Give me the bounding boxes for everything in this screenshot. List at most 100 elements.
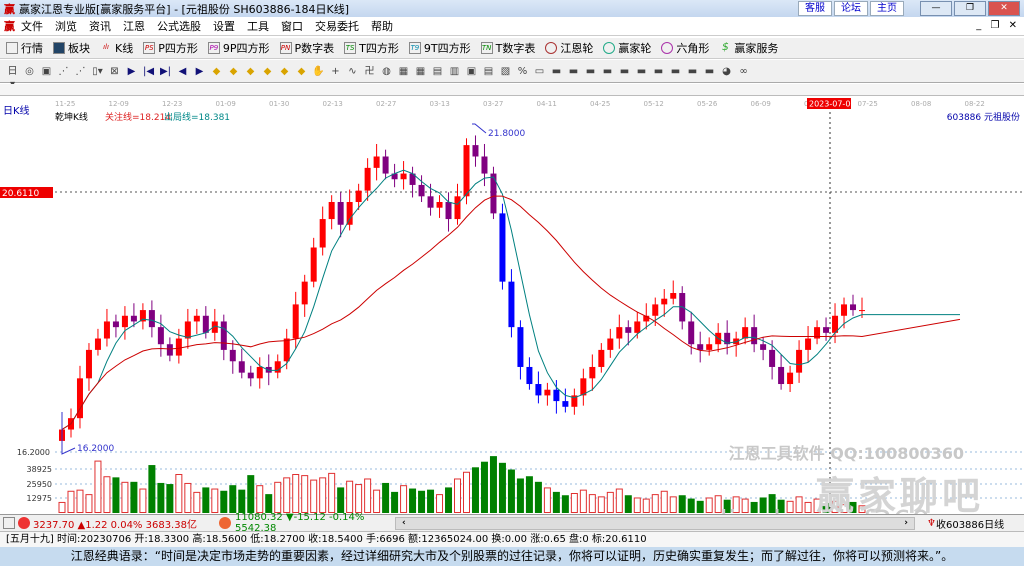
tool-kline[interactable]: ılı K线 [100, 40, 133, 56]
draw-tool-icon[interactable]: ▬ [686, 65, 699, 78]
mdi-controls[interactable]: _ ❐ ✕ [976, 20, 1020, 31]
draw-tool-icon[interactable]: ✋ [312, 65, 325, 78]
draw-tool-icon[interactable]: ▬ [584, 65, 597, 78]
draw-tool-icon[interactable]: ⋰ [74, 65, 87, 78]
tool-sector[interactable]: 板块 [53, 40, 90, 56]
draw-tool-icon[interactable]: ▶| [159, 65, 172, 78]
horizontal-scrollbar[interactable]: ‹ › [395, 516, 915, 530]
candle-body [544, 389, 551, 396]
draw-tool-icon[interactable]: ▬ [669, 65, 682, 78]
draw-tool-icon[interactable]: ▧ [499, 65, 512, 78]
calculator-icon[interactable] [3, 517, 15, 529]
draw-tool-icon[interactable]: ⊠ [108, 65, 121, 78]
menu-screener[interactable]: 公式选股 [157, 18, 201, 34]
draw-tool-icon[interactable]: 卍 [363, 65, 376, 78]
candle-body [607, 338, 614, 350]
draw-tool-icon[interactable]: ▭ [533, 65, 546, 78]
menu-gann[interactable]: 江恩 [123, 18, 145, 34]
draw-tool-icon[interactable]: % [516, 65, 529, 78]
stock-name: 603886 元祖股份 [947, 111, 1020, 123]
volume-bar [418, 490, 426, 513]
tool-p-table[interactable]: PN P数字表 [279, 40, 334, 56]
tool-service[interactable]: $ 赢家服务 [719, 40, 779, 56]
menu-file[interactable]: 文件 [21, 18, 43, 34]
minimize-button[interactable]: — [920, 1, 952, 16]
draw-tool-icon[interactable]: ▬ [703, 65, 716, 78]
link-home[interactable]: 主页 [870, 1, 904, 16]
close-button[interactable]: ✕ [988, 1, 1020, 16]
draw-tool-icon[interactable]: ▤ [431, 65, 444, 78]
draw-tool-icon[interactable]: ◎ [23, 65, 36, 78]
draw-tool-icon[interactable]: ◍ [380, 65, 393, 78]
link-forum[interactable]: 论坛 [834, 1, 868, 16]
candle-body [193, 315, 200, 322]
tool-t-square[interactable]: TS T四方形 [344, 40, 399, 56]
draw-tool-icon[interactable]: ▦ [397, 65, 410, 78]
draw-tool-icon[interactable]: ◆ [244, 65, 257, 78]
draw-tool-icon[interactable]: ◀ [176, 65, 189, 78]
app-menu-icon[interactable]: 赢 [4, 18, 15, 34]
tool-gann-wheel[interactable]: 江恩轮 [545, 40, 593, 56]
draw-tool-icon[interactable]: ▬ [567, 65, 580, 78]
draw-tool-icon[interactable]: ∞ [737, 65, 750, 78]
date-tick: 01-30 [269, 100, 289, 108]
draw-tool-icon[interactable]: ▦ [414, 65, 427, 78]
tool-winner-wheel[interactable]: 赢家轮 [603, 40, 651, 56]
tool-t-table[interactable]: TN T数字表 [480, 40, 535, 56]
draw-tool-icon[interactable]: |◀ [142, 65, 155, 78]
draw-tool-icon[interactable]: ▣ [40, 65, 53, 78]
draw-tool-icon[interactable]: ∿ [346, 65, 359, 78]
draw-tool-icon[interactable]: ◆ [295, 65, 308, 78]
menu-trade[interactable]: 交易委托 [315, 18, 359, 34]
candle-body [220, 321, 227, 350]
draw-tool-icon[interactable]: ▣ [465, 65, 478, 78]
volume-bar [507, 469, 515, 514]
draw-tool-icon[interactable]: ▬ [601, 65, 614, 78]
draw-tool-icon[interactable]: ◆ [278, 65, 291, 78]
draw-tool-icon[interactable]: ▬ [550, 65, 563, 78]
tool-p-square[interactable]: PS P四方形 [143, 40, 198, 56]
volume-bar [94, 460, 102, 513]
tool-hexagon[interactable]: 六角形 [661, 40, 709, 56]
volume-bar [58, 501, 66, 514]
draw-tool-icon[interactable]: + [329, 65, 342, 78]
draw-tool-icon[interactable]: ▬ [635, 65, 648, 78]
draw-tool-icon[interactable]: ▶ [125, 65, 138, 78]
draw-tool-icon[interactable]: ◕ [720, 65, 733, 78]
tool-9p-square[interactable]: P9 9P四方形 [207, 40, 270, 56]
draw-tool-icon[interactable]: ▬ [652, 65, 665, 78]
candle-body [283, 338, 290, 362]
candle-body [652, 304, 659, 316]
draw-tool-icon[interactable]: ◆ [261, 65, 274, 78]
draw-tool-icon[interactable]: ⋰ [57, 65, 70, 78]
draw-tool-icon[interactable]: ◆ [227, 65, 240, 78]
menu-settings[interactable]: 设置 [213, 18, 235, 34]
volume-bar [76, 489, 84, 513]
candle-body [661, 298, 668, 305]
wheel-icon [545, 42, 558, 54]
draw-tool-icon[interactable]: ▤ [482, 65, 495, 78]
menu-window[interactable]: 窗口 [281, 18, 303, 34]
draw-tool-icon[interactable]: ▥ [448, 65, 461, 78]
volume-bar [427, 489, 435, 513]
candle-body [562, 401, 569, 407]
menu-browse[interactable]: 浏览 [55, 18, 77, 34]
draw-tool-icon[interactable]: ▶ [193, 65, 206, 78]
volume-bar [346, 480, 354, 513]
link-service[interactable]: 客服 [798, 1, 832, 16]
volume-bar [579, 489, 587, 513]
volume-bar [265, 494, 273, 513]
menu-help[interactable]: 帮助 [371, 18, 393, 34]
tool-quotes[interactable]: 行情 [6, 40, 43, 56]
volume-bar [552, 491, 560, 514]
menu-news[interactable]: 资讯 [89, 18, 111, 34]
menu-tools[interactable]: 工具 [247, 18, 269, 34]
tool-9t-square[interactable]: T9 9T四方形 [408, 40, 471, 56]
restore-button[interactable]: ❐ [954, 1, 986, 16]
draw-tool-icon[interactable]: ◆ [210, 65, 223, 78]
draw-tool-icon[interactable]: ▯▾ [91, 65, 104, 78]
volume-bar [85, 494, 93, 513]
draw-tool-icon[interactable]: ▬ [618, 65, 631, 78]
draw-tool-icon[interactable]: 日▾ [6, 65, 19, 90]
volume-bar [678, 495, 686, 514]
